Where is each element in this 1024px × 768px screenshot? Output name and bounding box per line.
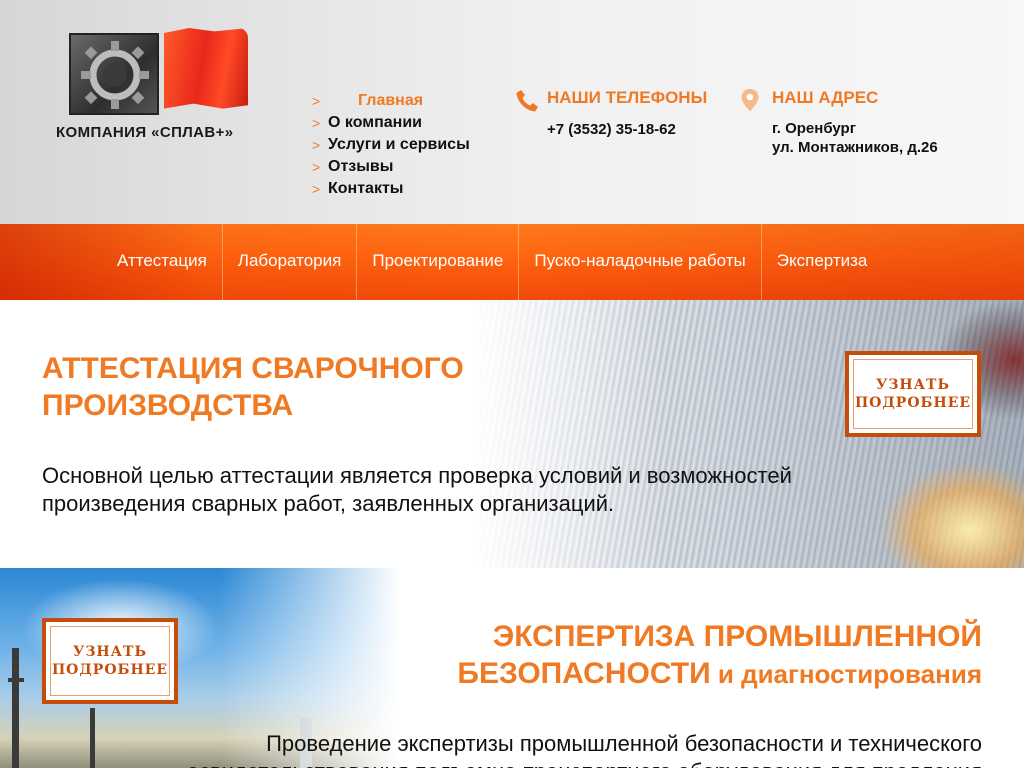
address-block: НАШ АДРЕС г. Оренбург ул. Монтажников, д… bbox=[740, 88, 938, 157]
mainnav-item-expertise[interactable]: Экспертиза bbox=[760, 224, 883, 300]
mainnav-item-design[interactable]: Проектирование bbox=[356, 224, 518, 300]
mainnav-item-commissioning[interactable]: Пуско-наладочные работы bbox=[518, 224, 760, 300]
phone-icon bbox=[516, 90, 538, 112]
section-title-suffix: и диагностирования bbox=[710, 659, 982, 689]
mainnav-item-laboratory[interactable]: Лаборатория bbox=[221, 224, 357, 300]
map-pin-icon bbox=[741, 89, 759, 111]
topnav-item-contacts[interactable]: > Контакты bbox=[312, 180, 512, 202]
main-navigation-bar: Аттестация Лаборатория Проектирование Пу… bbox=[0, 224, 1024, 300]
learn-more-button[interactable]: УЗНАТЬ ПОДРОБНЕЕ bbox=[42, 618, 178, 704]
site-header: КОМПАНИЯ «СПЛАВ+» > Главная > О компании… bbox=[0, 0, 1024, 224]
mainnav-item-attestation[interactable]: Аттестация bbox=[102, 224, 222, 300]
button-label-line1: УЗНАТЬ bbox=[72, 644, 148, 660]
industrial-safety-section: УЗНАТЬ ПОДРОБНЕЕ ЭКСПЕРТИЗА ПРОМЫШЛЕННОЙ… bbox=[0, 568, 1024, 768]
learn-more-button[interactable]: УЗНАТЬ ПОДРОБНЕЕ bbox=[845, 351, 981, 437]
chevron-right-icon: > bbox=[312, 159, 321, 175]
chevron-right-icon: > bbox=[312, 181, 321, 197]
phone-number[interactable]: +7 (3532) 35-18-62 bbox=[514, 120, 707, 139]
topnav-item-reviews[interactable]: > Отзывы bbox=[312, 158, 512, 180]
section-title-line2: ПРОИЗВОДСТВА bbox=[42, 389, 294, 422]
topnav-item-label: Отзывы bbox=[328, 158, 394, 175]
phones-block: НАШИ ТЕЛЕФОНЫ +7 (3532) 35-18-62 bbox=[514, 88, 707, 139]
section-title-line1: ЭКСПЕРТИЗА ПРОМЫШЛЕННОЙ bbox=[492, 620, 982, 653]
section-title-line2: БЕЗОПАСНОСТИ bbox=[457, 657, 711, 690]
topnav-item-about[interactable]: > О компании bbox=[312, 114, 512, 136]
section-title: ЭКСПЕРТИЗА ПРОМЫШЛЕННОЙ БЕЗОПАСНОСТИ и д… bbox=[457, 618, 982, 693]
gear-logo-icon bbox=[69, 33, 159, 115]
topnav-item-services[interactable]: > Услуги и сервисы bbox=[312, 136, 512, 158]
address-city: г. Оренбург bbox=[772, 120, 856, 137]
flag-logo-icon bbox=[164, 28, 248, 109]
section-description: Проведение экспертизы промышленной безоп… bbox=[187, 731, 982, 768]
top-navigation: > Главная > О компании > Услуги и сервис… bbox=[312, 92, 512, 202]
logo-text: КОМПАНИЯ «СПЛАВ+» bbox=[56, 124, 234, 141]
button-label-line2: ПОДРОБНЕЕ bbox=[51, 662, 169, 678]
phones-title: НАШИ ТЕЛЕФОНЫ bbox=[547, 88, 708, 107]
address-street: ул. Монтажников, д.26 bbox=[772, 139, 938, 156]
chevron-right-icon: > bbox=[312, 115, 321, 131]
topnav-item-label: О компании bbox=[328, 114, 422, 131]
topnav-item-label: Услуги и сервисы bbox=[328, 136, 470, 153]
button-label-line2: ПОДРОБНЕЕ bbox=[854, 395, 972, 411]
section-title: АТТЕСТАЦИЯ СВАРОЧНОГО ПРОИЗВОДСТВА bbox=[42, 350, 464, 424]
topnav-item-label: Контакты bbox=[328, 180, 404, 197]
section-description: Основной целью аттестации является прове… bbox=[42, 463, 792, 516]
address-title: НАШ АДРЕС bbox=[772, 88, 879, 107]
topnav-item-home[interactable]: > Главная bbox=[312, 92, 512, 114]
welding-attestation-section: АТТЕСТАЦИЯ СВАРОЧНОГО ПРОИЗВОДСТВА Основ… bbox=[0, 300, 1024, 568]
chevron-right-icon: > bbox=[312, 93, 321, 109]
company-logo[interactable]: КОМПАНИЯ «СПЛАВ+» bbox=[56, 28, 276, 148]
section-title-line1: АТТЕСТАЦИЯ СВАРОЧНОГО bbox=[42, 352, 464, 385]
chevron-right-icon: > bbox=[312, 137, 321, 153]
topnav-item-label: Главная bbox=[358, 92, 424, 109]
button-label-line1: УЗНАТЬ bbox=[875, 377, 951, 393]
